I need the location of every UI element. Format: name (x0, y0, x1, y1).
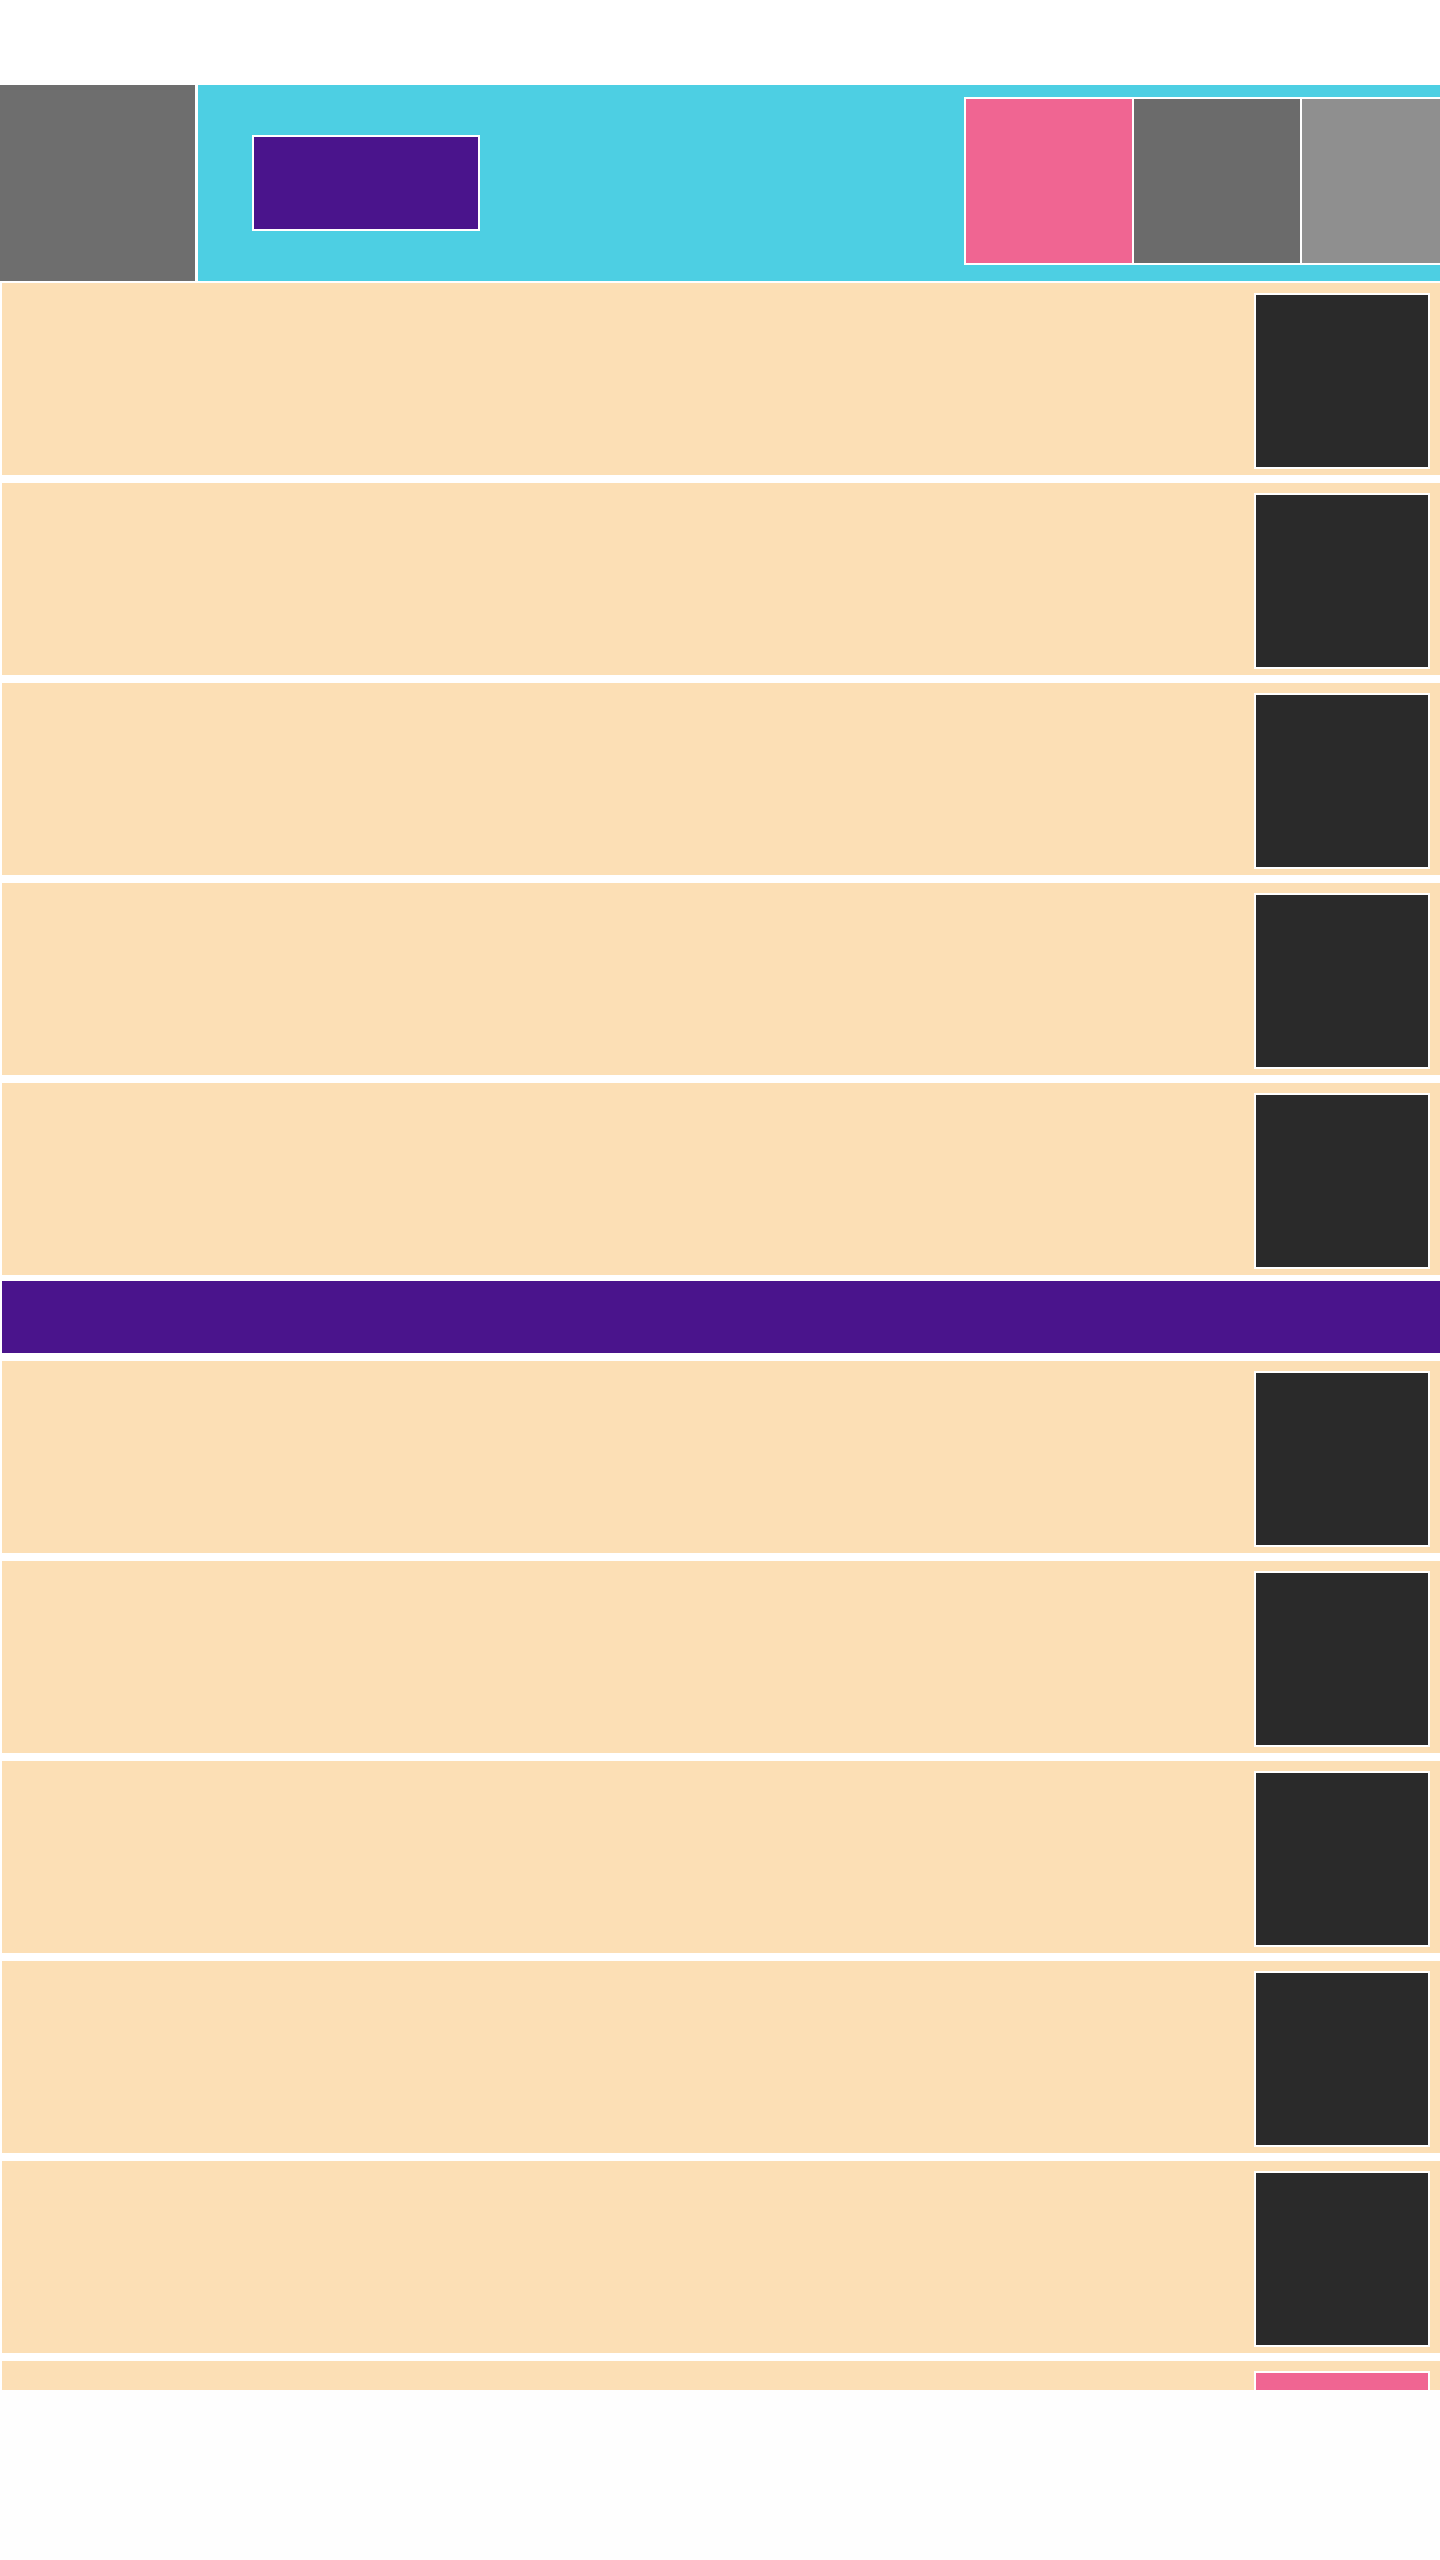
list-item[interactable] (2, 881, 1440, 1075)
list-item[interactable] (2, 1359, 1440, 1553)
list-group-2 (0, 1359, 1440, 2390)
thumbnail-image-icon[interactable] (1254, 2171, 1430, 2347)
list-item[interactable] (2, 1759, 1440, 1953)
list-item[interactable] (2, 281, 1440, 475)
thumbnail-image-icon[interactable] (1254, 1093, 1430, 1269)
section-divider (2, 1281, 1440, 1353)
thumbnail-image-icon[interactable] (1254, 1771, 1430, 1947)
logo-placeholder-icon[interactable] (0, 85, 198, 281)
list-item[interactable] (2, 681, 1440, 875)
list-item[interactable] (2, 2359, 1440, 2390)
thumbnail-image-icon[interactable] (1254, 693, 1430, 869)
thumbnail-image-accent-icon[interactable] (1254, 2371, 1430, 2390)
header-action-light-button[interactable] (1300, 97, 1440, 265)
primary-button[interactable] (252, 135, 480, 231)
thumbnail-image-icon[interactable] (1254, 893, 1430, 1069)
thumbnail-image-icon[interactable] (1254, 1971, 1430, 2147)
header-action-gray-button[interactable] (1132, 97, 1302, 265)
app-frame (0, 85, 1440, 2390)
thumbnail-image-icon[interactable] (1254, 493, 1430, 669)
list-item[interactable] (2, 1559, 1440, 1753)
list-item[interactable] (2, 1959, 1440, 2153)
top-header (0, 85, 1440, 281)
list-item[interactable] (2, 1081, 1440, 1275)
header-action-pink-button[interactable] (964, 97, 1134, 265)
thumbnail-image-icon[interactable] (1254, 1571, 1430, 1747)
list-item[interactable] (2, 2159, 1440, 2353)
thumbnail-image-icon[interactable] (1254, 1371, 1430, 1547)
list-item[interactable] (2, 481, 1440, 675)
list-group-1 (0, 281, 1440, 1281)
thumbnail-image-icon[interactable] (1254, 293, 1430, 469)
bottom-blank-area (0, 2390, 1440, 2560)
